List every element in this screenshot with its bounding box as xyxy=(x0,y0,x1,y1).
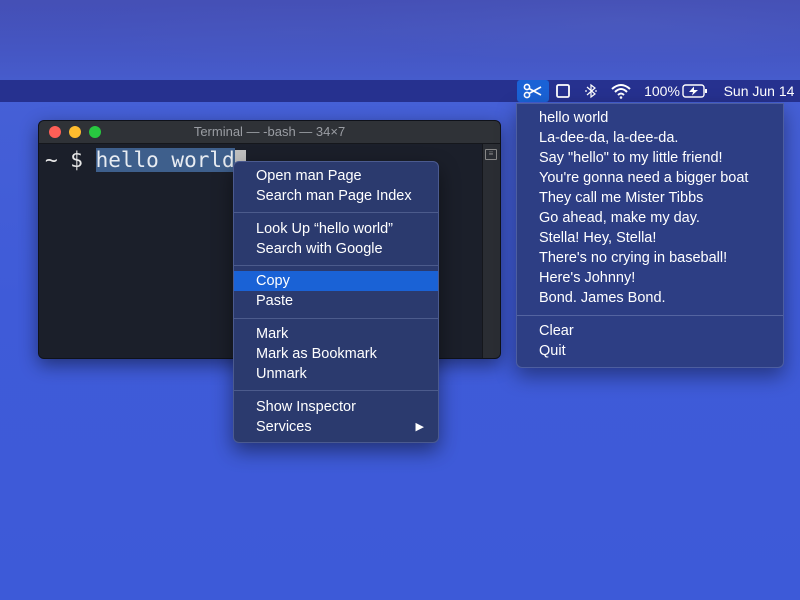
menu-separator xyxy=(234,390,438,391)
window-square-icon[interactable] xyxy=(552,80,574,102)
menu-item-open-man-page[interactable]: Open man Page xyxy=(234,166,438,186)
clipboard-item[interactable]: La-dee-da, la-dee-da. xyxy=(517,128,783,148)
scissors-icon[interactable] xyxy=(517,80,549,102)
menu-item-services[interactable]: Services ▶ xyxy=(234,417,438,437)
menu-item-search-with-google[interactable]: Search with Google xyxy=(234,239,438,259)
submenu-arrow-icon: ▶ xyxy=(415,421,424,433)
wifi-icon[interactable] xyxy=(608,80,634,102)
blurred-background-window xyxy=(0,0,800,80)
prompt: ~ $ xyxy=(45,148,96,172)
terminal-title-bar[interactable]: Terminal — -bash — 34×7 xyxy=(39,121,500,144)
scroll-split-icon[interactable]: ≡ xyxy=(485,149,497,160)
clipboard-item[interactable]: hello world xyxy=(517,108,783,128)
clipboard-history-menu: hello world La-dee-da, la-dee-da. Say "h… xyxy=(516,103,784,368)
menu-item-copy[interactable]: Copy xyxy=(234,271,438,291)
quit-button[interactable]: Quit xyxy=(517,341,783,361)
clipboard-item[interactable]: There's no crying in baseball! xyxy=(517,248,783,268)
menu-separator xyxy=(517,315,783,316)
menu-separator xyxy=(234,212,438,213)
clipboard-item[interactable]: They call me Mister Tibbs xyxy=(517,188,783,208)
selected-text[interactable]: hello world xyxy=(95,148,235,172)
menu-item-mark-as-bookmark[interactable]: Mark as Bookmark xyxy=(234,344,438,364)
prompt-line: ~ $ hello world xyxy=(45,148,246,172)
services-label: Services xyxy=(256,419,312,435)
context-menu: Open man Page Search man Page Index Look… xyxy=(233,161,439,443)
clear-button[interactable]: Clear xyxy=(517,321,783,341)
menu-item-paste[interactable]: Paste xyxy=(234,291,438,311)
menu-item-look-up[interactable]: Look Up “hello world” xyxy=(234,219,438,239)
clipboard-item[interactable]: You're gonna need a bigger boat xyxy=(517,168,783,188)
menu-item-mark[interactable]: Mark xyxy=(234,324,438,344)
clipboard-item[interactable]: Say "hello" to my little friend! xyxy=(517,148,783,168)
menu-separator xyxy=(234,265,438,266)
bluetooth-icon[interactable] xyxy=(580,80,602,102)
menu-item-show-inspector[interactable]: Show Inspector xyxy=(234,397,438,417)
clipboard-item[interactable]: Stella! Hey, Stella! xyxy=(517,228,783,248)
menubar-clock[interactable]: Sun Jun 14 xyxy=(718,80,800,102)
clipboard-item[interactable]: Here's Johnny! xyxy=(517,268,783,288)
menu-item-unmark[interactable]: Unmark xyxy=(234,364,438,384)
menu-item-search-man-page-index[interactable]: Search man Page Index xyxy=(234,186,438,206)
clipboard-item[interactable]: Go ahead, make my day. xyxy=(517,208,783,228)
menu-separator xyxy=(234,318,438,319)
clipboard-item[interactable]: Bond. James Bond. xyxy=(517,288,783,308)
terminal-title: Terminal — -bash — 34×7 xyxy=(193,124,346,139)
terminal-scrollbar[interactable]: ≡ xyxy=(482,144,500,358)
battery-percent: 100% xyxy=(644,83,680,99)
battery-charging-icon[interactable] xyxy=(681,80,709,102)
